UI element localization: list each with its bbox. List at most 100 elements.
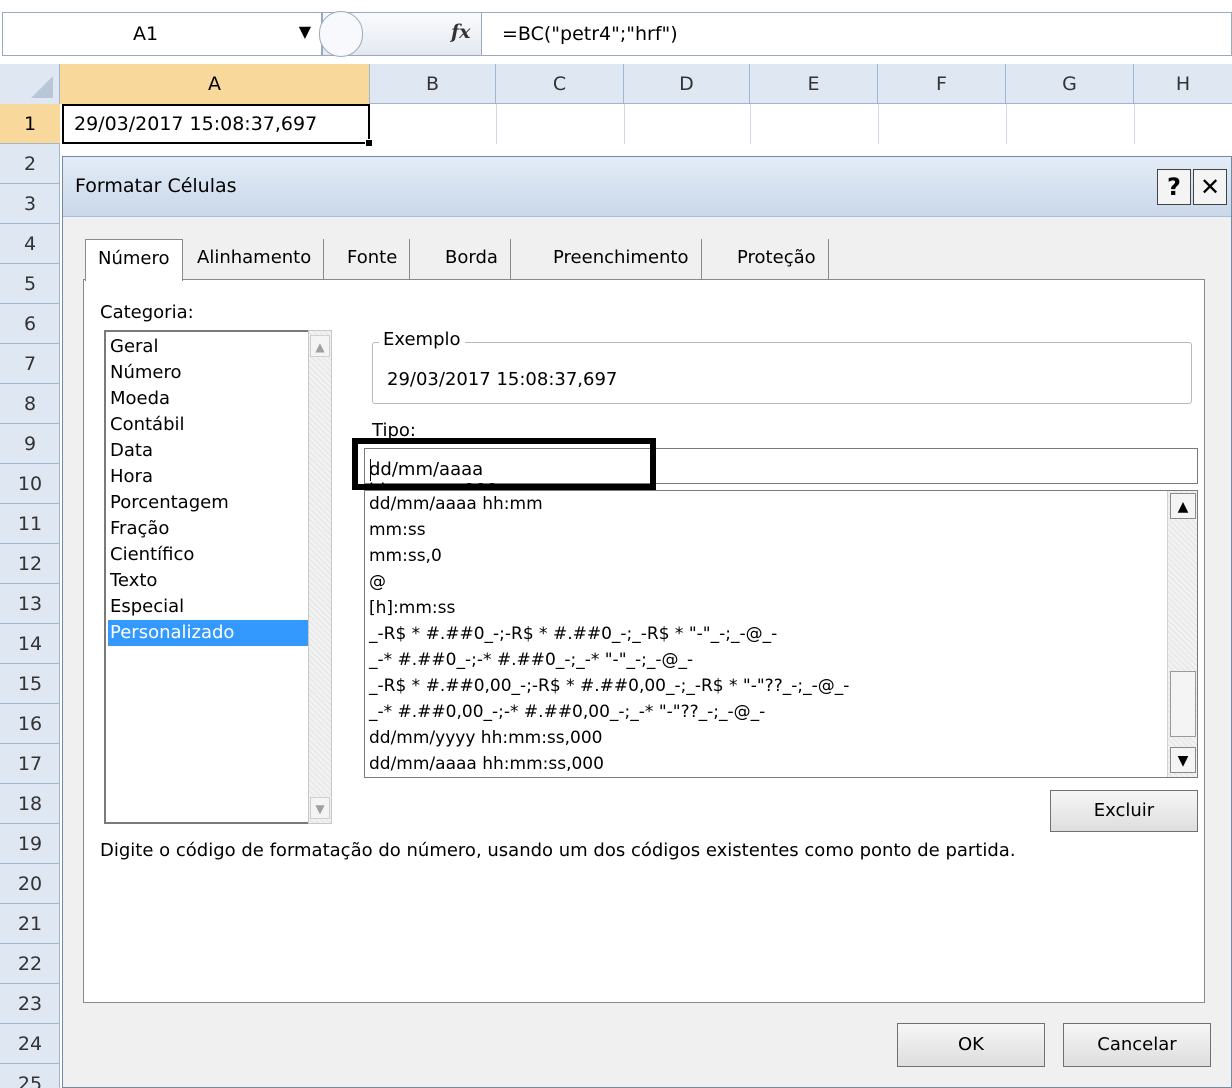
exemplo-group: Exemplo 29/03/2017 15:08:37,697 xyxy=(372,329,1192,404)
scroll-up-icon[interactable]: ▲ xyxy=(310,335,330,357)
list-item[interactable]: mm:ss xyxy=(369,517,426,543)
excluir-button[interactable]: Excluir xyxy=(1050,790,1198,832)
row-header[interactable]: 6 xyxy=(0,304,60,344)
hint-text: Digite o código de formatação do número,… xyxy=(100,840,1016,861)
help-button[interactable]: ? xyxy=(1157,169,1191,205)
list-item[interactable]: dd/mm/aaaa hh:mm xyxy=(369,491,543,517)
row-header[interactable]: 22 xyxy=(0,944,60,984)
list-item[interactable]: Texto xyxy=(108,568,308,594)
scroll-thumb[interactable] xyxy=(1170,671,1196,737)
categoria-label: Categoria: xyxy=(100,302,194,323)
column-headers: A B C D E F G H xyxy=(0,64,1232,104)
column-header-h[interactable]: H xyxy=(1134,64,1232,104)
row-header[interactable]: 1 xyxy=(0,104,60,144)
row-header[interactable]: 3 xyxy=(0,184,60,224)
column-header-f[interactable]: F xyxy=(878,64,1006,104)
column-header-b[interactable]: B xyxy=(370,64,496,104)
row-header[interactable]: 7 xyxy=(0,344,60,384)
dialog-titlebar[interactable]: Formatar Células ? ✕ xyxy=(63,157,1231,217)
row-header[interactable]: 15 xyxy=(0,664,60,704)
list-item[interactable]: Hora xyxy=(108,464,308,490)
row-header[interactable]: 13 xyxy=(0,584,60,624)
tab-alinhamento[interactable]: Alinhamento xyxy=(185,239,325,279)
scroll-down-icon[interactable]: ▼ xyxy=(310,797,330,819)
dialog-title: Formatar Células xyxy=(75,175,237,197)
formula-bar: A1 ▼ fx =BC("petr4";"hrf") xyxy=(0,0,1232,64)
select-all-corner[interactable] xyxy=(0,64,60,104)
list-item[interactable]: _-* #.##0_-;-* #.##0_-;_-* "-"_-;_-@_- xyxy=(369,647,693,673)
column-header-d[interactable]: D xyxy=(624,64,750,104)
list-item[interactable]: dd/mm/yyyy hh:mm:ss,000 xyxy=(369,725,603,751)
highlight-box xyxy=(352,438,656,490)
row-header[interactable]: 18 xyxy=(0,784,60,824)
column-header-e[interactable]: E xyxy=(750,64,878,104)
formula-bar-resize-handle[interactable] xyxy=(319,11,363,57)
list-item[interactable]: mm:ss,0 xyxy=(369,543,442,569)
tab-numero[interactable]: Número xyxy=(85,239,183,281)
tab-preenchimento[interactable]: Preenchimento xyxy=(541,239,702,279)
row-header[interactable]: 23 xyxy=(0,984,60,1024)
row-header[interactable]: 16 xyxy=(0,704,60,744)
name-box-value: A1 xyxy=(133,23,159,45)
formula-text: =BC("petr4";"hrf") xyxy=(502,23,678,45)
column-header-g[interactable]: G xyxy=(1006,64,1134,104)
list-item[interactable]: _-R$ * #.##0,00_-;-R$ * #.##0,00_-;_-R$ … xyxy=(369,673,849,699)
row-header[interactable]: 25 xyxy=(0,1064,60,1088)
list-item[interactable]: Geral xyxy=(108,334,308,360)
row-header[interactable]: 20 xyxy=(0,864,60,904)
tab-fonte[interactable]: Fonte xyxy=(335,239,411,279)
row-header[interactable]: 11 xyxy=(0,504,60,544)
row-header[interactable]: 17 xyxy=(0,744,60,784)
fill-handle[interactable] xyxy=(365,139,373,147)
list-item-selected[interactable]: Personalizado xyxy=(108,620,308,646)
name-box[interactable]: A1 ▼ xyxy=(2,12,322,56)
list-item[interactable]: Moeda xyxy=(108,386,308,412)
row-header[interactable]: 21 xyxy=(0,904,60,944)
formula-bar-controls: fx xyxy=(319,11,482,57)
list-item[interactable]: _-* #.##0,00_-;-* #.##0,00_-;_-* "-"??_-… xyxy=(369,699,765,725)
row-header[interactable]: 24 xyxy=(0,1024,60,1064)
list-item[interactable]: _-R$ * #.##0_-;-R$ * #.##0_-;_-R$ * "-"_… xyxy=(369,621,777,647)
list-item[interactable]: Fração xyxy=(108,516,308,542)
list-item[interactable]: @ xyxy=(369,569,386,595)
row-header[interactable]: 10 xyxy=(0,464,60,504)
row-header[interactable]: 19 xyxy=(0,824,60,864)
cell-a1[interactable]: 29/03/2017 15:08:37,697 xyxy=(62,104,373,147)
format-cells-dialog: Formatar Células ? ✕ Número Alinhamento … xyxy=(62,156,1232,1088)
column-header-c[interactable]: C xyxy=(496,64,624,104)
row-header[interactable]: 5 xyxy=(0,264,60,304)
format-scrollbar[interactable]: ▲ ▼ xyxy=(1167,491,1197,777)
ok-button[interactable]: OK xyxy=(897,1023,1045,1067)
list-item[interactable]: dd/mm/aaaa hh:mm:ss,000 xyxy=(369,751,604,777)
category-list[interactable]: Geral Número Moeda Contábil Data Hora Po… xyxy=(104,330,328,824)
row-header[interactable]: 2 xyxy=(0,144,60,184)
list-item[interactable]: Porcentagem xyxy=(108,490,308,516)
row-header[interactable]: 4 xyxy=(0,224,60,264)
insert-function-icon[interactable]: fx xyxy=(451,21,471,43)
cancel-button[interactable]: Cancelar xyxy=(1063,1023,1211,1067)
list-item[interactable]: Contábil xyxy=(108,412,308,438)
row-headers: 1 2 3 4 5 6 7 8 9 10 11 12 13 14 15 16 1… xyxy=(0,104,60,1088)
tab-protecao[interactable]: Proteção xyxy=(725,239,829,279)
scroll-down-icon[interactable]: ▼ xyxy=(1170,747,1196,773)
tab-borda[interactable]: Borda xyxy=(433,239,511,279)
excluir-label: Excluir xyxy=(1093,800,1155,821)
list-item[interactable]: [h]:mm:ss xyxy=(369,595,455,621)
close-button[interactable]: ✕ xyxy=(1193,169,1227,205)
row-header[interactable]: 8 xyxy=(0,384,60,424)
format-list[interactable]: dd/mm/aaaa hh:mm mm:ss mm:ss,0 @ [h]:mm:… xyxy=(364,490,1198,778)
list-item[interactable]: Data xyxy=(108,438,308,464)
formula-input[interactable]: =BC("petr4";"hrf") xyxy=(482,12,1232,56)
row-header[interactable]: 9 xyxy=(0,424,60,464)
list-item[interactable]: Científico xyxy=(108,542,308,568)
scroll-up-icon[interactable]: ▲ xyxy=(1170,493,1196,519)
name-box-dropdown-icon[interactable]: ▼ xyxy=(299,22,311,41)
category-scrollbar[interactable]: ▲ ▼ xyxy=(308,330,332,824)
tab-panel-numero: Categoria: Geral Número Moeda Contábil D… xyxy=(83,279,1205,1003)
cell-a1-value: 29/03/2017 15:08:37,697 xyxy=(74,113,318,135)
column-header-a[interactable]: A xyxy=(60,64,370,104)
row-header[interactable]: 12 xyxy=(0,544,60,584)
list-item[interactable]: Especial xyxy=(108,594,308,620)
list-item[interactable]: Número xyxy=(108,360,308,386)
row-header[interactable]: 14 xyxy=(0,624,60,664)
